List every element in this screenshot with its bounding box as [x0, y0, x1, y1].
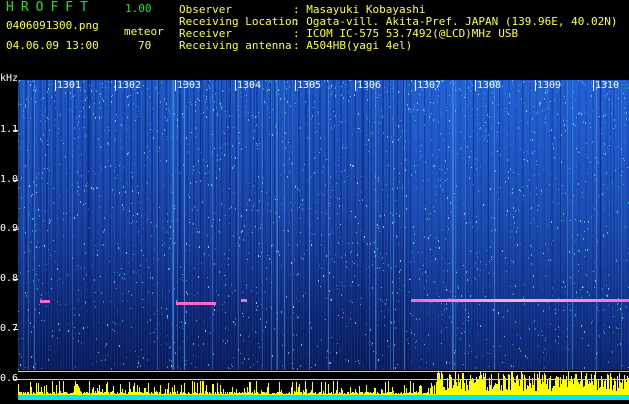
frequency-axis: kHz 1.1 1.0 0.9 0.8 0.7 0.6: [0, 74, 18, 400]
minute-label-1307: 1307: [417, 80, 442, 91]
strip-line-bottom: [18, 379, 629, 380]
signal-strip: [18, 370, 629, 400]
spectrogram-noise: [18, 80, 629, 370]
meteor-echo: [40, 300, 50, 303]
antenna-value: : A504HB(yagi 4el): [293, 39, 413, 52]
meteor-count: 70: [138, 39, 152, 52]
minute-tick: [475, 80, 476, 91]
file-name: 0406091300.png: [6, 19, 99, 32]
minute-tick: [355, 80, 356, 91]
minute-label-1310: 1310: [595, 80, 620, 91]
meteor-echo: [241, 299, 247, 302]
app-title: HROFFT: [6, 0, 95, 15]
spectrogram: [18, 80, 629, 370]
minute-tick: [535, 80, 536, 91]
minute-label-1305: 1305: [297, 80, 322, 91]
header-panel: HROFFT 1.00 0406091300.png meteor 04.06.…: [0, 0, 629, 80]
minute-label-1304: 1304: [237, 80, 262, 91]
minute-label-1301: 1301: [57, 80, 82, 91]
minute-label-1306: 1306: [357, 80, 382, 91]
strip-line-top: [18, 371, 629, 372]
minute-tick: [235, 80, 236, 91]
app-version: 1.00: [125, 2, 152, 15]
minute-tick: [415, 80, 416, 91]
minute-tick: [175, 80, 176, 91]
minute-tick: [295, 80, 296, 91]
meteor-trail: [411, 299, 629, 302]
minute-label-1309: 1309: [537, 80, 562, 91]
axis-unit: kHz: [0, 73, 19, 84]
minute-tick: [55, 80, 56, 91]
minute-label-1302: 1302: [117, 80, 142, 91]
minute-tick: [593, 80, 594, 91]
minute-tick: [115, 80, 116, 91]
meteor-echo: [176, 302, 216, 305]
file-datetime: 04.06.09 13:00: [6, 39, 99, 52]
antenna-label: Receiving antenna: [179, 39, 292, 52]
signal-bars: [18, 372, 629, 400]
minute-label-1303: 1303: [177, 80, 202, 91]
minute-label-1308: 1308: [477, 80, 502, 91]
count-label: meteor: [124, 25, 164, 38]
